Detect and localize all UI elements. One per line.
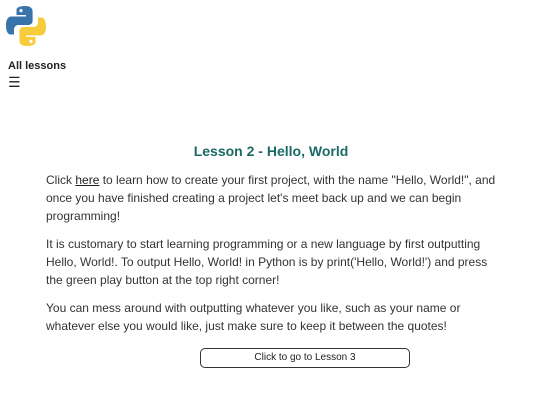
hamburger-menu-icon[interactable]: ☰	[8, 75, 66, 89]
all-lessons-link[interactable]: All lessons	[8, 59, 66, 73]
paragraph-1-lead-text: Click	[46, 173, 76, 187]
next-lesson-button[interactable]: Click to go to Lesson 3	[200, 348, 410, 368]
lesson-content: Lesson 2 - Hello, World Click here to le…	[46, 141, 496, 335]
lesson-paragraph-2: It is customary to start learning progra…	[46, 237, 488, 287]
lesson-paragraph-3: You can mess around with outputting what…	[46, 301, 461, 333]
lesson-title: Lesson 2 - Hello, World	[193, 143, 349, 159]
paragraph-1-tail-text: to learn how to create your first projec…	[46, 173, 496, 223]
lesson-nav: All lessons ☰	[8, 59, 66, 89]
lesson-paragraph-1: Click here to learn how to create your f…	[46, 171, 496, 225]
create-project-link[interactable]: here	[75, 173, 99, 187]
python-logo-icon	[4, 4, 48, 48]
lesson-page: All lessons ☰ Lesson 2 - Hello, World Cl…	[0, 0, 540, 405]
